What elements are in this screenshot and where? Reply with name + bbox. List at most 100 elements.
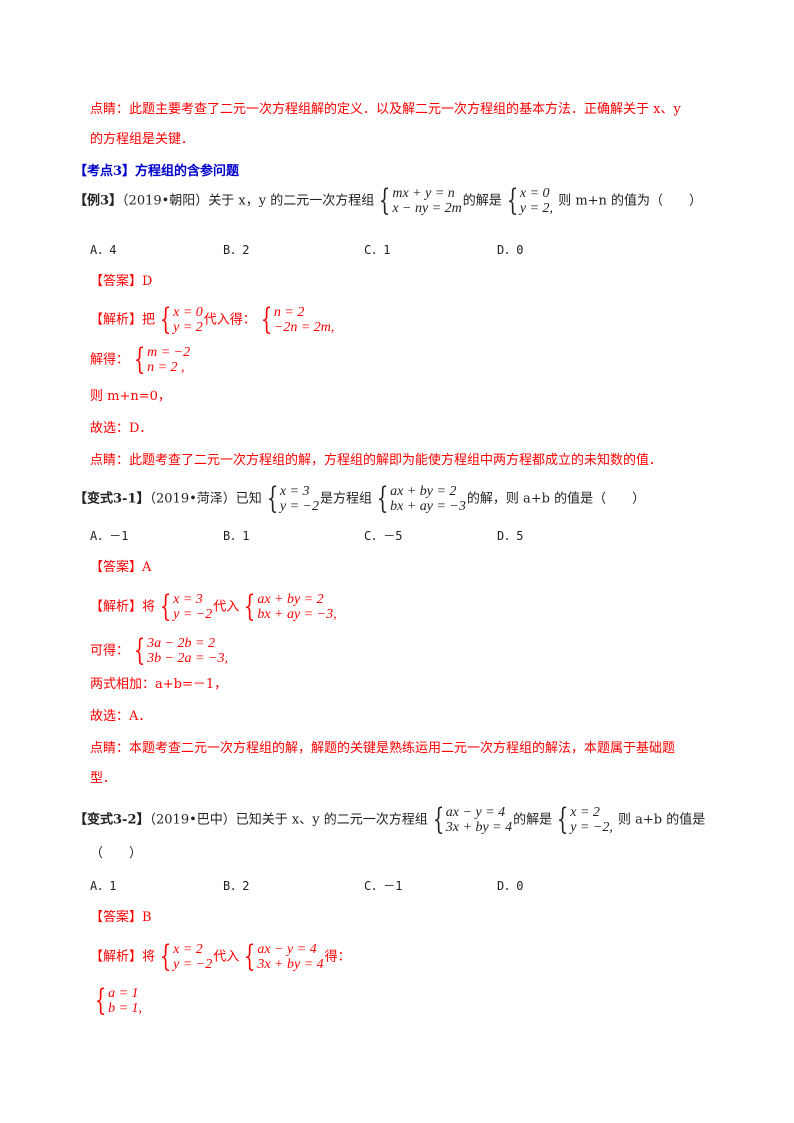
equation: 3a − 2b = 2 — [147, 636, 216, 651]
equation: a = 1 — [108, 986, 139, 1001]
brace-icon: { — [244, 589, 256, 624]
variant32-system-1: {ax − y = 4 3x + by = 4 — [429, 802, 513, 837]
example3-system: {mx + y = nx − ny = 2m — [375, 183, 462, 218]
equation: 3x + by = 4 — [257, 957, 324, 972]
example3-source: （2019•朝阳）关于 x，y 的二元一次方程组 — [122, 193, 375, 209]
equation: y = 2 — [173, 320, 203, 335]
variant31-get: 可得：{3a − 2b = 2 3b − 2a = −3, — [90, 633, 229, 668]
brace-icon: { — [133, 633, 146, 668]
variant32-question: 【变式3-2】（2019•巴中）已知关于 x、y 的二元一次方程组{ax − y… — [74, 802, 706, 837]
equation: x = 0 — [519, 186, 550, 201]
example3-mid: 的解是 — [462, 193, 502, 209]
variant32-source: （2019•巴中）已知关于 x、y 的二元一次方程组 — [149, 812, 428, 828]
equation: x = 2 — [570, 805, 600, 820]
variant31-system-1: {x = 3y = −2 — [263, 481, 319, 516]
solve-label: 解得： — [90, 352, 130, 368]
brace-icon: { — [159, 589, 172, 624]
brace-icon: { — [379, 183, 391, 218]
analysis-system-2: {ax + by = 2 bx + ay = −3, — [240, 589, 337, 624]
equation: x = 2 — [173, 942, 203, 957]
variant31-sum: 两式相加：a+b=－1， — [90, 677, 228, 692]
example3-tag: 【例3】 — [74, 193, 123, 209]
variant32-paren: （ ） — [90, 846, 143, 861]
variant32-option-c[interactable]: C．－1 — [364, 877, 402, 894]
equation: ax + by = 2 — [257, 592, 324, 607]
variant32-option-a[interactable]: A．1 — [90, 877, 116, 894]
equation: 3b − 2a = −3, — [147, 651, 228, 666]
example3-option-b[interactable]: B．2 — [223, 241, 249, 258]
analysis-system-2: {ax − y = 4 3x + by = 4 — [240, 939, 324, 974]
example3-solution: {x = 0y = 2, — [503, 183, 554, 218]
example3-solve: 解得：{m = −2 n = 2 , — [90, 342, 191, 377]
variant31-comment-line1: 点睛：本题考查二元一次方程组的解，解题的关键是熟练运用二元一次方程组的解法，本题… — [90, 741, 676, 756]
solve-system: {m = −2 n = 2 , — [130, 342, 191, 377]
example3-option-c[interactable]: C．1 — [364, 241, 390, 258]
variant31-mid: 是方程组 — [319, 491, 372, 507]
variant31-tail: 的解，则 a+b 的值是（ ） — [466, 491, 646, 507]
equation: bx + ay = −3, — [257, 607, 337, 622]
variant32-option-b[interactable]: B．2 — [223, 877, 249, 894]
variant31-tag: 【变式3-1】 — [74, 491, 150, 507]
variant32-tag: 【变式3-2】 — [74, 812, 150, 828]
variant31-option-a[interactable]: A．－1 — [90, 527, 128, 544]
equation: ax − y = 4 — [445, 805, 506, 820]
equation: n = 2 , — [147, 360, 185, 375]
equation: 3x + by = 4 — [445, 820, 513, 835]
example3-answer: 【答案】D — [90, 274, 153, 289]
equation: y = −2 — [173, 957, 213, 972]
equation: bx + ay = −3 — [390, 499, 466, 514]
brace-icon: { — [133, 342, 146, 377]
analysis-mid: 代入 — [213, 949, 240, 965]
equation: m = −2 — [147, 345, 191, 360]
intro-comment-line2: 的方程组是关键． — [90, 132, 195, 147]
equation: ax − y = 4 — [257, 942, 317, 957]
brace-icon: { — [159, 302, 172, 337]
equation: mx + y = n — [392, 186, 455, 201]
example3-option-d[interactable]: D．0 — [497, 241, 523, 258]
equation: y = −2 — [279, 499, 319, 514]
equation: x = 3 — [173, 592, 203, 607]
variant32-system-2: {x = 2y = −2, — [553, 802, 613, 837]
example3-question: 【例3】（2019•朝阳）关于 x，y 的二元一次方程组{mx + y = nx… — [74, 183, 702, 218]
equation: b = 1, — [108, 1001, 143, 1016]
analysis-system-1: {x = 2y = −2 — [156, 942, 213, 973]
variant31-question: 【变式3-1】（2019•菏泽）已知{x = 3y = −2 是方程组{ax + … — [74, 481, 646, 516]
variant31-choose: 故选：A． — [90, 709, 152, 724]
variant31-option-b[interactable]: B．1 — [223, 527, 249, 544]
analysis-label: 【解析】将 — [90, 949, 156, 965]
get-label: 可得： — [90, 643, 130, 659]
variant31-source: （2019•菏泽）已知 — [149, 491, 262, 507]
example3-comment: 点睛：此题考查了二元一次方程组的解，方程组的解即为能使方程组中两方程都成立的未知… — [90, 453, 663, 468]
variant31-answer: 【答案】A — [90, 560, 152, 575]
variant32-result: {a = 1b = 1, — [90, 986, 143, 1017]
brace-icon: { — [556, 802, 569, 837]
brace-icon: { — [266, 481, 279, 516]
result-system: {a = 1b = 1, — [91, 986, 143, 1017]
variant32-option-d[interactable]: D．0 — [497, 877, 523, 894]
analysis-mid: 代入得： — [203, 312, 256, 328]
variant32-tail: 则 a+b 的值是 — [613, 812, 706, 828]
brace-icon: { — [376, 481, 389, 516]
brace-icon: { — [260, 302, 273, 337]
analysis-tail: 得： — [324, 949, 351, 965]
equation: x − ny = 2m — [392, 201, 462, 216]
equation: −2n = 2m, — [273, 320, 335, 335]
brace-icon: { — [432, 802, 444, 837]
equation: y = 2, — [519, 201, 554, 216]
equation: n = 2 — [273, 305, 305, 320]
example3-then: 则 m+n=0， — [90, 389, 171, 404]
example3-option-a[interactable]: A．4 — [90, 241, 116, 258]
variant31-option-d[interactable]: D．5 — [497, 527, 523, 544]
equation: x = 0 — [173, 305, 203, 320]
equation: y = −2, — [570, 820, 613, 835]
variant31-system-2: {ax + by = 2 bx + ay = −3 — [373, 481, 466, 516]
variant31-analysis: 【解析】将{x = 3y = −2 代入{ax + by = 2 bx + ay =… — [90, 589, 338, 624]
variant31-option-c[interactable]: C．－5 — [364, 527, 402, 544]
get-system: {3a − 2b = 2 3b − 2a = −3, — [130, 633, 228, 668]
variant32-answer: 【答案】B — [90, 910, 152, 925]
analysis-system-1: {x = 3y = −2 — [156, 589, 212, 624]
equation: ax + by = 2 — [390, 484, 457, 499]
section-heading: 【考点3】方程组的含参问题 — [74, 164, 240, 179]
brace-icon: { — [506, 183, 519, 218]
brace-icon: { — [244, 939, 256, 974]
